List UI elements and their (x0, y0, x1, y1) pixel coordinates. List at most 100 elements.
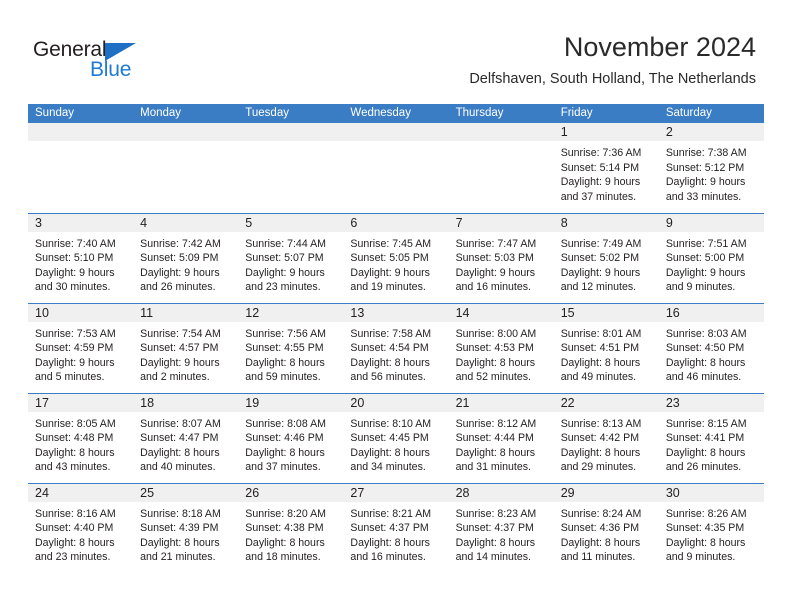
day-detail-line: and 21 minutes. (140, 551, 216, 564)
day-details: Sunrise: 8:00 AM Sunset: 4:53 PM Daylight:… (449, 322, 554, 385)
day-details: Sunrise: 8:13 AM Sunset: 4:42 PM Daylight:… (554, 412, 659, 475)
calendar-day-22[interactable]: 22 Sunrise: 8:13 AM Sunset: 4:42 PM Dayligh… (553, 393, 659, 483)
day-detail-line: and 9 minutes. (665, 551, 736, 564)
calendar-day-17[interactable]: 17 Sunrise: 8:05 AM Sunset: 4:48 PM Dayligh… (28, 393, 134, 483)
calendar-day-11[interactable]: 11 Sunrise: 7:54 AM Sunset: 4:57 PM Dayligh… (133, 303, 239, 393)
calendar-day-27[interactable]: 27 Sunrise: 8:21 AM Sunset: 4:37 PM Dayligh… (343, 483, 449, 574)
day-detail-line: Sunset: 4:40 PM (35, 522, 114, 535)
calendar-day-25[interactable]: 25 Sunrise: 8:18 AM Sunset: 4:39 PM Dayligh… (133, 483, 239, 574)
day-detail-line: Sunset: 4:50 PM (665, 342, 745, 355)
weekday-header-row: Sunday Monday Tuesday Wednesday Thursday Frid… (28, 104, 764, 123)
calendar-day-15[interactable]: 15 Sunrise: 8:01 AM Sunset: 4:51 PM Dayligh… (553, 303, 659, 393)
day-detail-line: Sunrise: 7:49 AM (560, 237, 642, 250)
day-number: 7 (455, 215, 463, 230)
day-detail-line: and 52 minutes. (455, 371, 531, 384)
weekday-header-saturday: Saturday (658, 104, 764, 123)
calendar-day-13[interactable]: 13 Sunrise: 7:58 AM Sunset: 4:54 PM Dayligh… (343, 303, 449, 393)
calendar-page: General Blue November 2024 Delfshaven, S… (0, 0, 792, 612)
day-number-strip: 24 (28, 483, 134, 502)
day-detail-line: Daylight: 8 hours (140, 446, 220, 459)
day-detail-line: Sunset: 4:59 PM (35, 342, 114, 355)
calendar-day-12[interactable]: 12 Sunrise: 7:56 AM Sunset: 4:55 PM Dayligh… (238, 303, 344, 393)
day-detail-line: Daylight: 8 hours (245, 356, 325, 369)
day-number: 21 (455, 395, 470, 410)
calendar-day-2[interactable]: 2 Sunrise: 7:38 AM Sunset: 5:12 PM Daylight… (658, 123, 764, 213)
day-details: Sunrise: 7:40 AM Sunset: 5:10 PM Daylight:… (28, 232, 133, 295)
calendar-week-row: 24 Sunrise: 8:16 AM Sunset: 4:40 PM Dayligh… (28, 482, 764, 574)
day-number: 2 (665, 125, 673, 139)
day-detail-line: Sunset: 4:46 PM (245, 432, 324, 445)
calendar-cell: 19 Sunrise: 8:08 AM Sunset: 4:46 PM Dayligh… (238, 392, 344, 483)
calendar-day-18[interactable]: 18 Sunrise: 8:07 AM Sunset: 4:47 PM Dayligh… (133, 393, 239, 483)
day-number-strip: 2 (658, 123, 764, 141)
day-number: 8 (560, 215, 568, 230)
day-number-strip: 7 (448, 213, 554, 232)
calendar-cell: 20 Sunrise: 8:10 AM Sunset: 4:45 PM Dayligh… (343, 392, 449, 483)
calendar-day-7[interactable]: 7 Sunrise: 7:47 AM Sunset: 5:03 PM Daylight… (448, 213, 554, 303)
day-detail-line: and 56 minutes. (350, 371, 426, 384)
calendar-day-10[interactable]: 10 Sunrise: 7:53 AM Sunset: 4:59 PM Dayligh… (28, 303, 134, 393)
day-number-strip: 27 (343, 483, 449, 502)
day-number-strip: 17 (28, 393, 134, 412)
day-detail-line: Daylight: 8 hours (350, 536, 430, 549)
day-details: Sunrise: 7:45 AM Sunset: 5:05 PM Daylight:… (343, 232, 448, 295)
calendar-day-21[interactable]: 21 Sunrise: 8:12 AM Sunset: 4:44 PM Dayligh… (448, 393, 554, 483)
day-details: Sunrise: 7:58 AM Sunset: 4:54 PM Daylight:… (343, 322, 448, 385)
day-detail-line: Sunrise: 7:51 AM (665, 237, 747, 250)
day-detail-line: and 46 minutes. (665, 371, 742, 384)
day-detail-line: Daylight: 9 hours (140, 356, 220, 369)
day-details: Sunrise: 8:03 AM Sunset: 4:50 PM Daylight:… (659, 322, 764, 385)
calendar-day-30[interactable]: 30 Sunrise: 8:26 AM Sunset: 4:35 PM Dayligh… (658, 483, 764, 574)
calendar-day-8[interactable]: 8 Sunrise: 7:49 AM Sunset: 5:02 PM Daylight… (553, 213, 659, 303)
calendar-day-14[interactable]: 14 Sunrise: 8:00 AM Sunset: 4:53 PM Dayligh… (448, 303, 554, 393)
page-title: November 2024 (563, 32, 756, 62)
day-detail-line: Sunset: 4:41 PM (665, 432, 745, 445)
calendar-day-16[interactable]: 16 Sunrise: 8:03 AM Sunset: 4:50 PM Dayligh… (658, 303, 764, 393)
brand-logo[interactable]: General Blue (33, 38, 173, 84)
day-detail-line: Sunrise: 7:45 AM (350, 237, 432, 250)
calendar-day-28[interactable]: 28 Sunrise: 8:23 AM Sunset: 4:37 PM Dayligh… (448, 483, 554, 574)
calendar-cell: 6 Sunrise: 7:45 AM Sunset: 5:05 PM Daylight… (343, 212, 449, 303)
day-detail-line: and 18 minutes. (245, 551, 321, 564)
day-detail-line: and 19 minutes. (350, 281, 426, 294)
day-number: 26 (245, 485, 260, 500)
day-detail-line: Sunset: 4:37 PM (350, 522, 429, 535)
day-number: 19 (245, 395, 260, 410)
day-details: Sunrise: 7:38 AM Sunset: 5:12 PM Daylight:… (659, 141, 764, 204)
calendar-day-6[interactable]: 6 Sunrise: 7:45 AM Sunset: 5:05 PM Daylight… (343, 213, 449, 303)
calendar-day-24[interactable]: 24 Sunrise: 8:16 AM Sunset: 4:40 PM Dayligh… (28, 483, 134, 574)
day-detail-line: Daylight: 8 hours (560, 356, 641, 369)
calendar-day-26[interactable]: 26 Sunrise: 8:20 AM Sunset: 4:38 PM Dayligh… (238, 483, 344, 574)
day-detail-line: Sunset: 4:57 PM (140, 342, 219, 355)
day-detail-line: Sunrise: 8:20 AM (245, 507, 326, 520)
calendar-day-20[interactable]: 20 Sunrise: 8:10 AM Sunset: 4:45 PM Dayligh… (343, 393, 449, 483)
calendar-day-19[interactable]: 19 Sunrise: 8:08 AM Sunset: 4:46 PM Dayligh… (238, 393, 344, 483)
day-details: Sunrise: 7:36 AM Sunset: 5:14 PM Daylight:… (554, 141, 659, 204)
day-number-strip: 18 (133, 393, 239, 412)
day-details: Sunrise: 7:54 AM Sunset: 4:57 PM Daylight:… (133, 322, 238, 385)
calendar-day-1[interactable]: 1 Sunrise: 7:36 AM Sunset: 5:14 PM Daylight… (553, 123, 659, 213)
day-detail-line: Daylight: 9 hours (35, 356, 115, 369)
day-detail-line: Sunset: 5:07 PM (245, 252, 324, 265)
day-detail-line: Daylight: 8 hours (455, 536, 536, 549)
day-detail-line: Sunrise: 7:44 AM (245, 237, 326, 250)
day-detail-line: and 31 minutes. (455, 461, 531, 474)
day-detail-line: Sunrise: 8:00 AM (455, 327, 537, 340)
calendar-day-9[interactable]: 9 Sunrise: 7:51 AM Sunset: 5:00 PM Daylight… (658, 213, 764, 303)
day-details: Sunrise: 8:16 AM Sunset: 4:40 PM Daylight:… (28, 502, 133, 565)
day-details: Sunrise: 7:53 AM Sunset: 4:59 PM Daylight:… (28, 322, 133, 385)
day-detail-line: Daylight: 8 hours (560, 446, 641, 459)
day-details (449, 141, 554, 146)
day-detail-line: Daylight: 8 hours (350, 356, 430, 369)
day-detail-line: Sunset: 4:38 PM (245, 522, 324, 535)
calendar-day-5[interactable]: 5 Sunrise: 7:44 AM Sunset: 5:07 PM Daylight… (238, 213, 344, 303)
day-detail-line: Sunrise: 8:01 AM (560, 327, 642, 340)
day-detail-line: Sunset: 5:03 PM (455, 252, 534, 265)
calendar-day-4[interactable]: 4 Sunrise: 7:42 AM Sunset: 5:09 PM Daylight… (133, 213, 239, 303)
day-detail-line: Sunset: 4:39 PM (140, 522, 219, 535)
calendar-day-3[interactable]: 3 Sunrise: 7:40 AM Sunset: 5:10 PM Daylight… (28, 213, 134, 303)
calendar-day-23[interactable]: 23 Sunrise: 8:15 AM Sunset: 4:41 PM Dayligh… (658, 393, 764, 483)
calendar-cell: 25 Sunrise: 8:18 AM Sunset: 4:39 PM Dayligh… (133, 482, 239, 574)
day-detail-line: Daylight: 8 hours (245, 536, 325, 549)
calendar-day-29[interactable]: 29 Sunrise: 8:24 AM Sunset: 4:36 PM Dayligh… (553, 483, 659, 574)
